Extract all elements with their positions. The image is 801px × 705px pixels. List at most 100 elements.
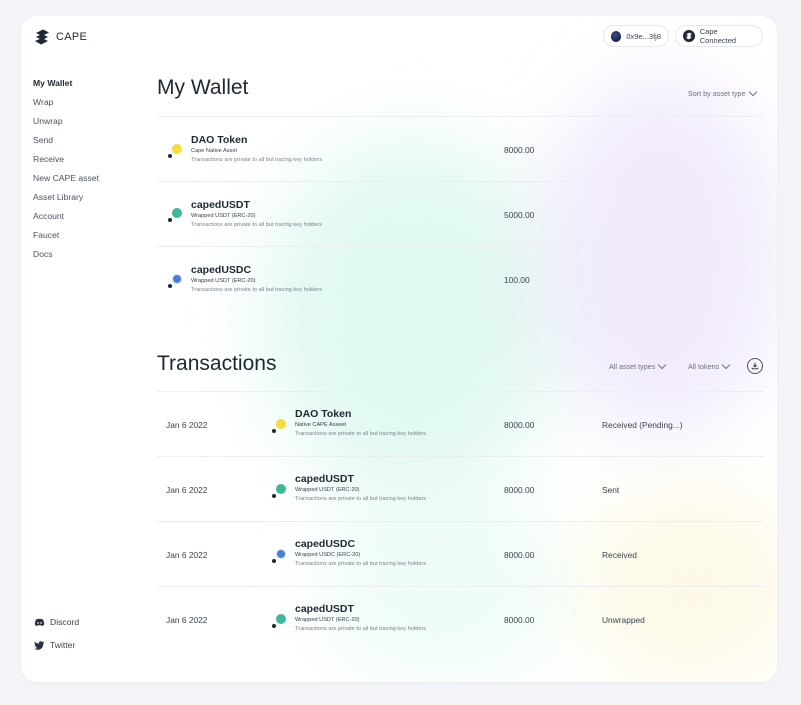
nav-item-unwrap[interactable]: Unwrap	[33, 115, 99, 134]
asset-note: Transactions are private to all but trac…	[191, 157, 322, 163]
asset-amount: 5000.00	[504, 210, 535, 220]
asset-subtitle: Cape Native Asset	[191, 148, 238, 154]
tx-asset-note: Transactions are private to all but trac…	[295, 561, 426, 567]
usdt-icon	[272, 614, 286, 628]
cape-connected-button[interactable]: Cape Connected	[675, 25, 763, 47]
sort-label: Sort by asset type	[688, 89, 746, 98]
wallet-asset-row[interactable]: capedUSDC Wrapped USDT (ERC-20) Transact…	[191, 264, 322, 293]
tx-asset[interactable]: DAO Token Native CAPE Asseet Transaction…	[295, 408, 426, 437]
usdt-icon	[168, 208, 182, 222]
chevron-down-icon	[658, 360, 667, 370]
tx-status: Received (Pending...)	[602, 420, 683, 430]
twitter-label: Twitter	[50, 640, 76, 650]
discord-icon	[34, 618, 45, 626]
nav-item-faucet[interactable]: Faucet	[33, 229, 99, 248]
nav-item-wrap[interactable]: Wrap	[33, 96, 99, 115]
app-name: CAPE	[56, 31, 88, 43]
tx-asset[interactable]: capedUSDT Wrapped USDT (ERC-20) Transact…	[295, 603, 426, 632]
download-button[interactable]	[747, 358, 763, 374]
asset-note: Transactions are private to all but trac…	[191, 222, 322, 228]
usdc-icon	[272, 549, 286, 563]
tx-asset-note: Transactions are private to all but trac…	[295, 431, 426, 437]
token-filter-label: All tokens	[688, 362, 720, 371]
token-filter[interactable]: All tokens	[688, 360, 731, 371]
tx-asset-note: Transactions are private to all but trac…	[295, 496, 426, 502]
wallet-address-button[interactable]: 0x9e...3fj8	[603, 25, 669, 47]
page-title: My Wallet	[157, 76, 249, 99]
tx-asset-name: DAO Token	[295, 408, 352, 420]
app-window: CAPE 0x9e...3fj8 Cape Connected My Walle…	[21, 16, 777, 682]
nav-item-account[interactable]: Account	[33, 210, 99, 229]
discord-link[interactable]: Discord	[34, 617, 79, 627]
nav-item-asset-library[interactable]: Asset Library	[33, 191, 99, 210]
asset-name: DAO Token	[191, 134, 248, 146]
tx-asset[interactable]: capedUSDT Wrapped USDT (ERC-20) Transact…	[295, 473, 426, 502]
divider	[157, 521, 764, 522]
nav-item-new-cape-asset[interactable]: New CAPE asset	[33, 172, 99, 191]
tx-asset-name: capedUSDC	[295, 538, 356, 550]
tx-asset-subtitle: Wrapped USDC (ERC-20)	[295, 552, 361, 558]
tx-status: Sent	[602, 485, 620, 495]
tx-asset-subtitle: Wrapped USDT (ERC-20)	[295, 487, 360, 493]
tx-asset-note: Transactions are private to all but trac…	[295, 626, 426, 632]
usdt-icon	[272, 484, 286, 498]
tx-status: Received	[602, 550, 637, 560]
tx-date: Jan 6 2022	[166, 420, 208, 430]
tx-asset-subtitle: Native CAPE Asseet	[295, 422, 346, 428]
divider	[157, 246, 764, 247]
tx-asset-name: capedUSDT	[295, 603, 354, 615]
dao-token-icon	[168, 144, 182, 158]
dao-token-icon	[272, 419, 286, 433]
background-gradient	[581, 486, 777, 682]
tx-status: Unwrapped	[602, 615, 645, 625]
tx-amount: 8000.00	[504, 550, 535, 560]
cape-logo[interactable]: CAPE	[33, 28, 87, 46]
tx-amount: 8000.00	[504, 420, 535, 430]
chevron-down-icon	[721, 360, 731, 370]
tx-amount: 8000.00	[504, 615, 535, 625]
usdc-icon	[168, 274, 182, 288]
divider	[157, 456, 764, 457]
discord-label: Discord	[50, 617, 80, 627]
asset-name: capedUSDT	[191, 199, 250, 211]
asset-name: capedUSDC	[191, 264, 252, 276]
divider	[157, 391, 764, 392]
twitter-link[interactable]: Twitter	[34, 640, 75, 650]
tx-date: Jan 6 2022	[166, 615, 208, 625]
wallet-address: 0x9e...3fj8	[626, 31, 661, 41]
asset-amount: 8000.00	[504, 145, 535, 155]
tx-date: Jan 6 2022	[166, 550, 208, 560]
tx-asset[interactable]: capedUSDC Wrapped USDC (ERC-20) Transact…	[295, 538, 426, 567]
asset-subtitle: Wrapped USDT (ERC-20)	[191, 213, 256, 219]
wallet-asset-row[interactable]: DAO Token Cape Native Asset Transactions…	[191, 134, 322, 163]
sort-dropdown[interactable]: Sort by asset type	[688, 87, 757, 98]
tx-asset-subtitle: Wrapped USDT (ERC-20)	[295, 617, 360, 623]
nav-item-receive[interactable]: Receive	[33, 153, 99, 172]
nav-item-send[interactable]: Send	[33, 134, 99, 153]
divider	[157, 586, 764, 587]
cape-logo-icon	[35, 29, 49, 45]
connection-status: Cape Connected	[699, 27, 737, 45]
tx-asset-name: capedUSDT	[295, 473, 354, 485]
background-gradient	[321, 486, 561, 682]
nav-item-my-wallet[interactable]: My Wallet	[33, 77, 99, 96]
account-avatar-icon	[611, 30, 622, 42]
tx-amount: 8000.00	[504, 485, 535, 495]
background-gradient	[541, 76, 777, 436]
asset-type-filter-label: All asset types	[609, 362, 656, 371]
download-icon	[751, 362, 759, 370]
twitter-icon	[34, 640, 45, 650]
transactions-title: Transactions	[157, 352, 277, 375]
cape-icon	[683, 30, 695, 42]
divider	[157, 116, 764, 117]
background-gradient	[261, 136, 561, 496]
asset-note: Transactions are private to all but trac…	[191, 287, 322, 293]
sidebar-nav: My Wallet Wrap Unwrap Send Receive New C…	[33, 77, 99, 267]
asset-amount: 100.00	[504, 275, 530, 285]
divider	[157, 181, 764, 182]
asset-type-filter[interactable]: All asset types	[609, 360, 667, 371]
chevron-down-icon	[748, 87, 757, 97]
asset-subtitle: Wrapped USDT (ERC-20)	[191, 278, 256, 284]
nav-item-docs[interactable]: Docs	[33, 248, 99, 267]
wallet-asset-row[interactable]: capedUSDT Wrapped USDT (ERC-20) Transact…	[191, 199, 322, 228]
